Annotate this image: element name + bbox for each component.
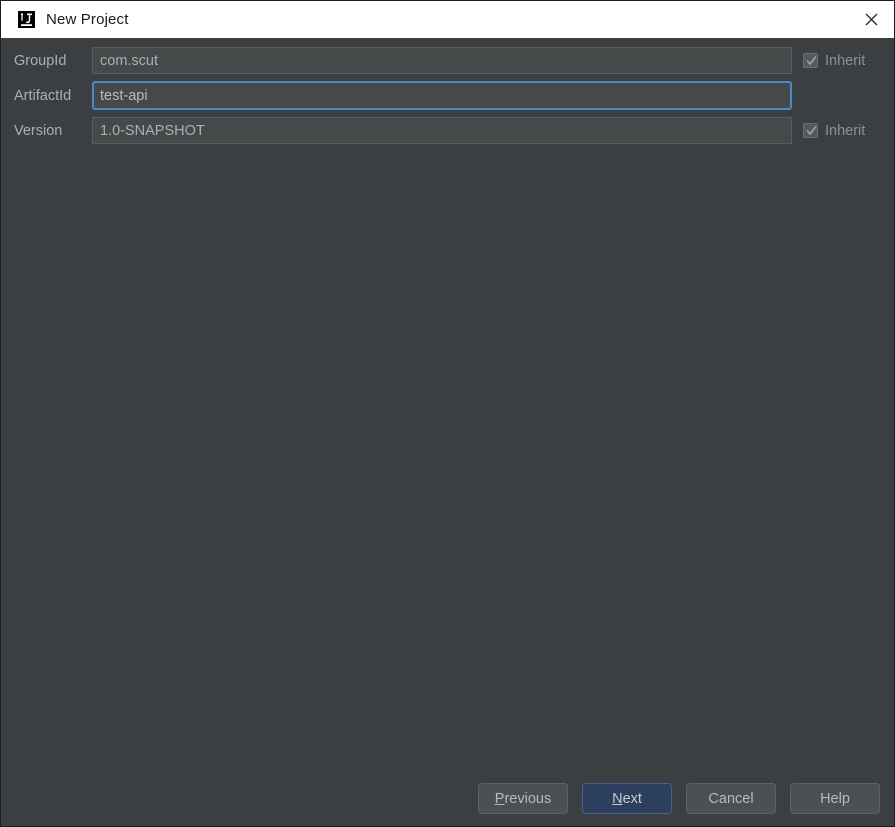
intellij-idea-icon xyxy=(18,11,35,28)
artifactid-input[interactable]: test-api xyxy=(92,81,792,110)
checkbox-checked-icon xyxy=(803,53,818,68)
title-bar: New Project xyxy=(1,1,894,38)
checkbox-checked-icon xyxy=(803,123,818,138)
maven-coordinates-form: GroupId com.scut Inherit ArtifactId test… xyxy=(1,38,894,151)
version-inherit-label: Inherit xyxy=(825,122,866,139)
form-row-artifactid: ArtifactId test-api xyxy=(1,81,894,110)
version-label: Version xyxy=(14,122,63,139)
form-row-groupid: GroupId com.scut Inherit xyxy=(1,46,894,75)
form-row-version: Version 1.0-SNAPSHOT Inherit xyxy=(1,116,894,145)
next-button-mnemonic: N xyxy=(612,790,623,807)
next-button[interactable]: Next xyxy=(582,783,672,814)
artifactid-label: ArtifactId xyxy=(14,87,72,104)
dialog-body: GroupId com.scut Inherit ArtifactId test… xyxy=(1,38,894,826)
next-button-label: ext xyxy=(622,790,642,807)
previous-button-label: revious xyxy=(504,790,552,807)
groupid-label: GroupId xyxy=(14,52,67,69)
close-icon[interactable] xyxy=(848,1,894,38)
groupid-inherit-label: Inherit xyxy=(825,52,866,69)
help-button[interactable]: Help xyxy=(790,783,880,814)
dialog-button-bar: Previous Next Cancel Help xyxy=(478,783,880,814)
new-project-dialog: New Project GroupId com.scut Inherit Art… xyxy=(0,0,895,827)
groupid-input[interactable]: com.scut xyxy=(92,47,792,74)
version-inherit-checkbox[interactable]: Inherit xyxy=(803,123,865,139)
previous-button[interactable]: Previous xyxy=(478,783,568,814)
groupid-inherit-checkbox[interactable]: Inherit xyxy=(803,53,865,69)
window-title: New Project xyxy=(46,11,129,28)
previous-button-mnemonic: P xyxy=(494,790,505,807)
cancel-button[interactable]: Cancel xyxy=(686,783,776,814)
version-input[interactable]: 1.0-SNAPSHOT xyxy=(92,117,792,144)
